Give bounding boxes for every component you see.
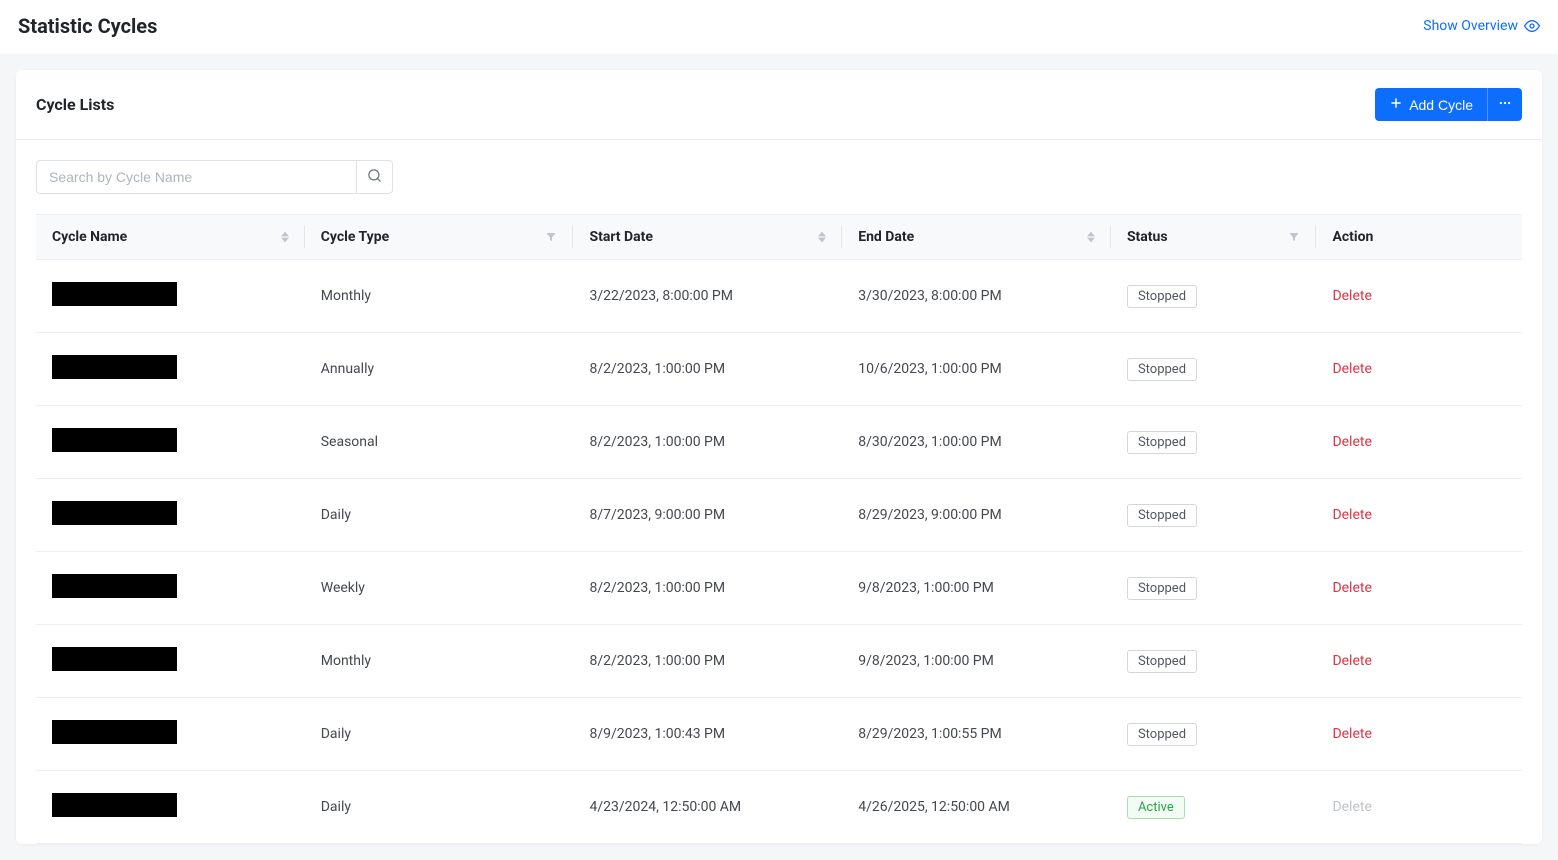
show-overview-link[interactable]: Show Overview — [1423, 18, 1540, 34]
status-badge: Stopped — [1127, 504, 1197, 527]
search-input[interactable] — [36, 160, 356, 194]
end-date-cell: 9/8/2023, 1:00:00 PM — [842, 552, 1111, 625]
delete-action[interactable]: Delete — [1332, 434, 1371, 450]
page-title: Statistic Cycles — [18, 14, 157, 38]
start-date-cell: 8/2/2023, 1:00:00 PM — [573, 333, 842, 406]
search-icon — [367, 168, 382, 186]
status-badge: Stopped — [1127, 358, 1197, 381]
cycle-lists-panel: Cycle Lists Add Cycle — [16, 70, 1542, 844]
table-row: Daily8/9/2023, 1:00:43 PM8/29/2023, 1:00… — [36, 698, 1522, 771]
delete-action[interactable]: Delete — [1332, 653, 1371, 669]
end-date-cell: 8/29/2023, 9:00:00 PM — [842, 479, 1111, 552]
cycle-name-redacted — [52, 574, 177, 598]
delete-action[interactable]: Delete — [1332, 507, 1371, 523]
status-badge: Stopped — [1127, 577, 1197, 600]
cycle-type-cell: Daily — [305, 698, 574, 771]
more-actions-button[interactable] — [1487, 88, 1522, 121]
end-date-cell: 10/6/2023, 1:00:00 PM — [842, 333, 1111, 406]
cycle-type-cell: Daily — [305, 771, 574, 844]
sort-icon — [818, 231, 826, 243]
col-cycle-name[interactable]: Cycle Name — [36, 215, 305, 260]
delete-action[interactable]: Delete — [1332, 361, 1371, 377]
col-action: Action — [1316, 215, 1522, 260]
cycle-type-cell: Seasonal — [305, 406, 574, 479]
table-row: Daily4/23/2024, 12:50:00 AM4/26/2025, 12… — [36, 771, 1522, 844]
plus-icon — [1389, 96, 1403, 113]
delete-action: Delete — [1332, 799, 1371, 815]
table-row: Weekly8/2/2023, 1:00:00 PM9/8/2023, 1:00… — [36, 552, 1522, 625]
table-row: Seasonal8/2/2023, 1:00:00 PM8/30/2023, 1… — [36, 406, 1522, 479]
table-row: Monthly8/2/2023, 1:00:00 PM9/8/2023, 1:0… — [36, 625, 1522, 698]
status-badge: Active — [1127, 796, 1185, 819]
delete-action[interactable]: Delete — [1332, 580, 1371, 596]
col-status[interactable]: Status — [1111, 215, 1317, 260]
end-date-cell: 8/29/2023, 1:00:55 PM — [842, 698, 1111, 771]
start-date-cell: 8/7/2023, 9:00:00 PM — [573, 479, 842, 552]
cycle-name-redacted — [52, 720, 177, 744]
table-row: Daily8/7/2023, 9:00:00 PM8/29/2023, 9:00… — [36, 479, 1522, 552]
col-cycle-type[interactable]: Cycle Type — [305, 215, 574, 260]
cycle-name-redacted — [52, 501, 177, 525]
table-row: Monthly3/22/2023, 8:00:00 PM3/30/2023, 8… — [36, 260, 1522, 333]
delete-action[interactable]: Delete — [1332, 726, 1371, 742]
start-date-cell: 3/22/2023, 8:00:00 PM — [573, 260, 842, 333]
delete-action[interactable]: Delete — [1332, 288, 1371, 304]
start-date-cell: 4/23/2024, 12:50:00 AM — [573, 771, 842, 844]
search-button[interactable] — [356, 160, 393, 194]
end-date-cell: 8/30/2023, 1:00:00 PM — [842, 406, 1111, 479]
cycle-type-cell: Monthly — [305, 625, 574, 698]
col-status-label: Status — [1127, 229, 1168, 245]
status-badge: Stopped — [1127, 431, 1197, 454]
cycle-name-redacted — [52, 355, 177, 379]
col-action-label: Action — [1332, 229, 1373, 245]
cycle-type-cell: Monthly — [305, 260, 574, 333]
end-date-cell: 3/30/2023, 8:00:00 PM — [842, 260, 1111, 333]
col-cycle-type-label: Cycle Type — [321, 229, 389, 245]
cycles-table: Cycle Name Cycle Type — [36, 214, 1522, 844]
more-icon — [1498, 96, 1512, 113]
cycle-name-redacted — [52, 793, 177, 817]
sort-icon — [281, 231, 289, 243]
cycle-name-redacted — [52, 428, 177, 452]
col-start-date[interactable]: Start Date — [573, 215, 842, 260]
cycle-type-cell: Weekly — [305, 552, 574, 625]
panel-title: Cycle Lists — [36, 95, 114, 114]
add-cycle-label: Add Cycle — [1409, 97, 1473, 113]
end-date-cell: 9/8/2023, 1:00:00 PM — [842, 625, 1111, 698]
sort-icon — [1087, 231, 1095, 243]
col-end-date[interactable]: End Date — [842, 215, 1111, 260]
col-start-date-label: Start Date — [589, 229, 652, 245]
show-overview-label: Show Overview — [1423, 18, 1518, 34]
filter-icon — [1288, 231, 1300, 243]
col-cycle-name-label: Cycle Name — [52, 229, 127, 245]
cycle-type-cell: Annually — [305, 333, 574, 406]
cycle-type-cell: Daily — [305, 479, 574, 552]
start-date-cell: 8/2/2023, 1:00:00 PM — [573, 625, 842, 698]
start-date-cell: 8/2/2023, 1:00:00 PM — [573, 406, 842, 479]
status-badge: Stopped — [1127, 285, 1197, 308]
eye-icon — [1524, 18, 1540, 34]
status-badge: Stopped — [1127, 650, 1197, 673]
add-cycle-button[interactable]: Add Cycle — [1375, 88, 1487, 121]
cycle-name-redacted — [52, 282, 177, 306]
filter-icon — [545, 231, 557, 243]
start-date-cell: 8/2/2023, 1:00:00 PM — [573, 552, 842, 625]
col-end-date-label: End Date — [858, 229, 914, 245]
start-date-cell: 8/9/2023, 1:00:43 PM — [573, 698, 842, 771]
end-date-cell: 4/26/2025, 12:50:00 AM — [842, 771, 1111, 844]
status-badge: Stopped — [1127, 723, 1197, 746]
table-row: Annually8/2/2023, 1:00:00 PM10/6/2023, 1… — [36, 333, 1522, 406]
cycle-name-redacted — [52, 647, 177, 671]
